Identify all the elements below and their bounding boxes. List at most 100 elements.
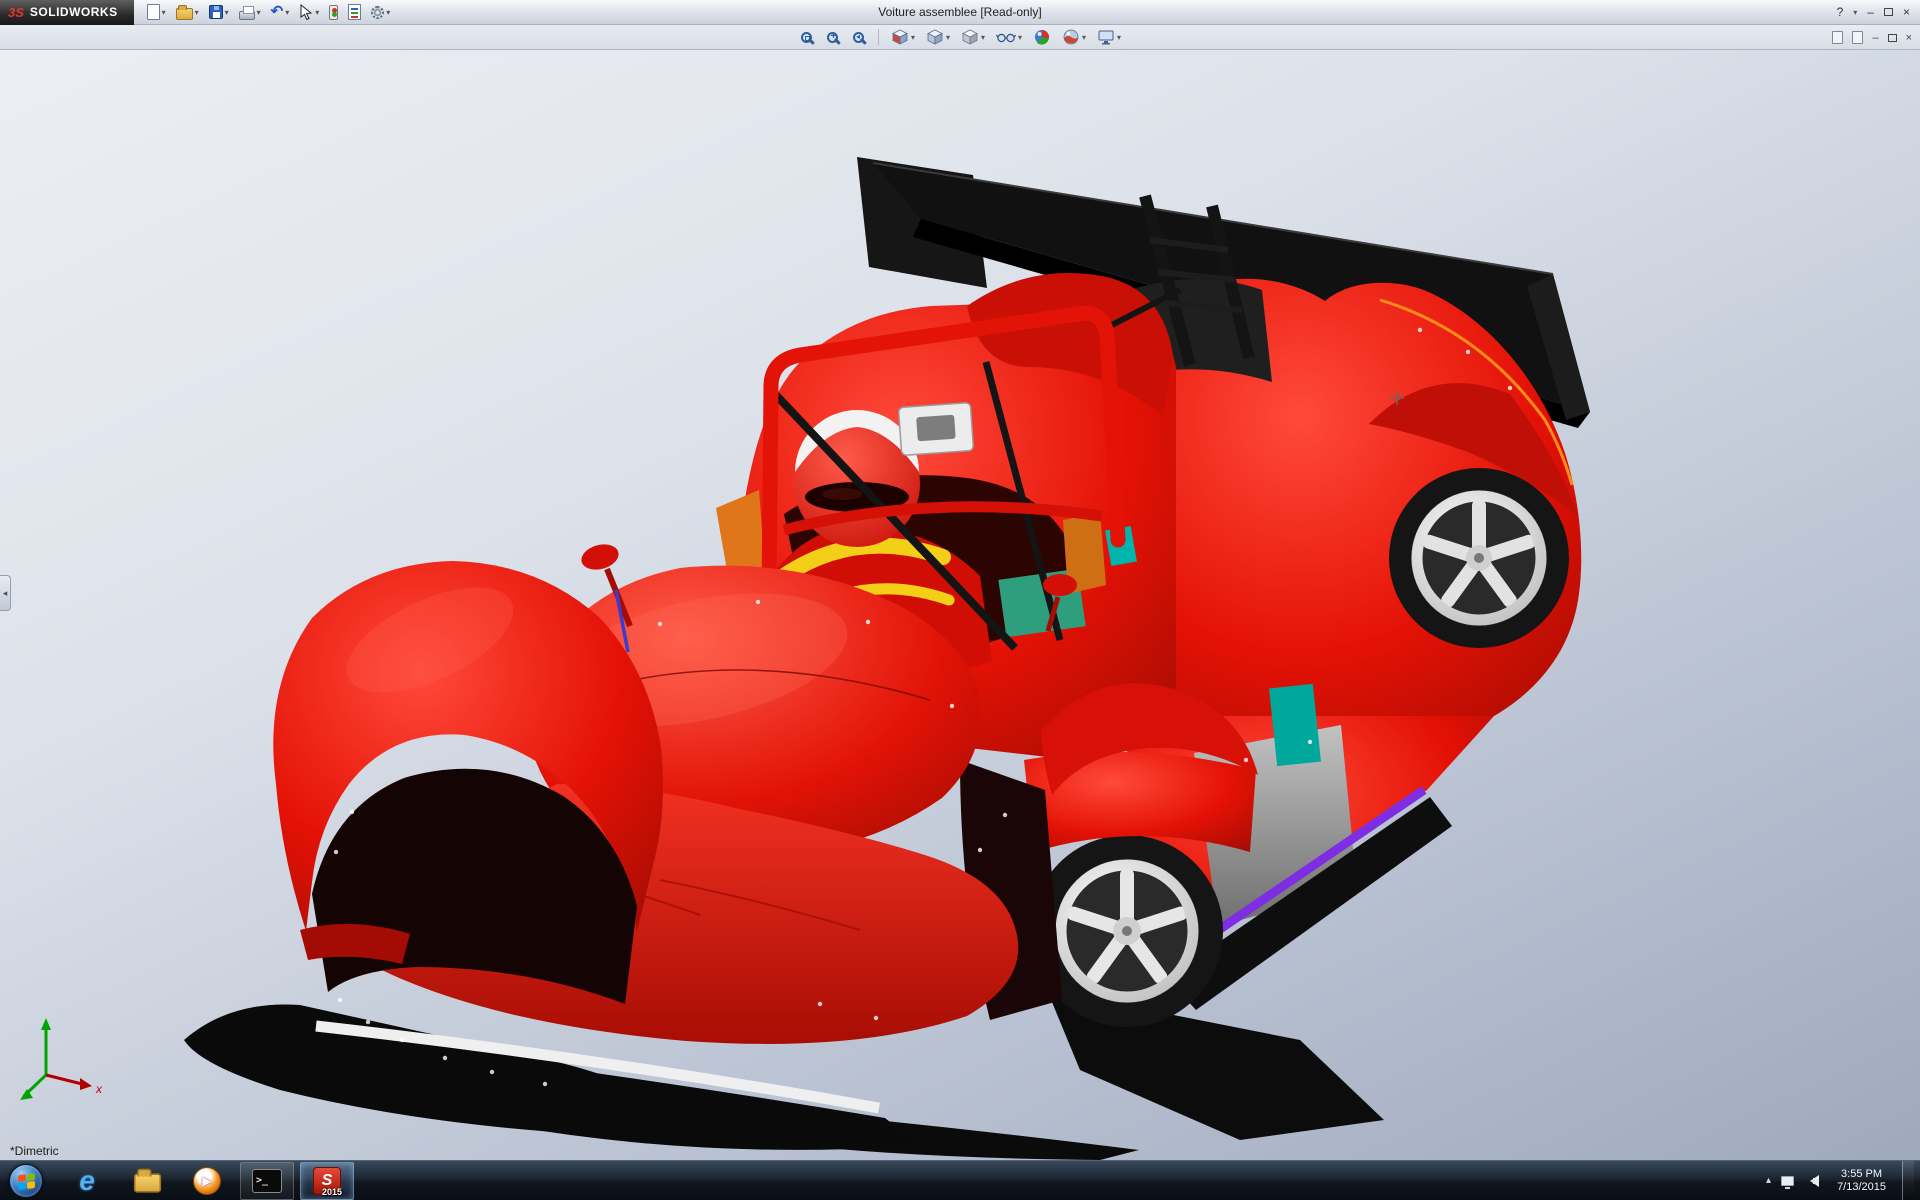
network-icon[interactable] bbox=[1781, 1176, 1794, 1186]
view-tools: ▾ ▾ ▾ bbox=[796, 27, 1124, 47]
system-tray: ▴ 3:55 PM 7/13/2015 bbox=[1760, 1161, 1920, 1200]
internet-explorer-icon: e bbox=[79, 1166, 95, 1196]
media-player-icon: ▶ bbox=[193, 1167, 221, 1195]
solidworks-app-icon: S 2015 bbox=[313, 1167, 341, 1195]
start-button[interactable] bbox=[0, 1164, 52, 1198]
apply-scene-button[interactable]: ▾ bbox=[1059, 27, 1089, 47]
zoom-to-area-button[interactable] bbox=[822, 29, 843, 46]
save-button[interactable]: ▾ bbox=[206, 4, 232, 20]
chevron-down-icon[interactable]: ▾ bbox=[1082, 33, 1086, 42]
monitor-icon bbox=[1097, 28, 1115, 46]
toolbar-separator bbox=[878, 29, 879, 45]
chevron-down-icon[interactable]: ▾ bbox=[162, 8, 166, 17]
new-document-icon bbox=[147, 4, 160, 20]
document-window-controls: – × bbox=[1832, 25, 1912, 50]
chevron-down-icon[interactable]: ▾ bbox=[946, 33, 950, 42]
help-button[interactable]: ? bbox=[1837, 5, 1844, 19]
display-style-cube-icon bbox=[961, 28, 979, 46]
restore-button[interactable] bbox=[1884, 8, 1893, 16]
doc-minimize-button[interactable]: – bbox=[1872, 32, 1878, 44]
play-icon: ▶ bbox=[202, 1174, 211, 1188]
cursor-arrow-icon bbox=[299, 4, 313, 20]
taskbar-item-media-player[interactable]: ▶ bbox=[180, 1162, 234, 1200]
glasses-icon bbox=[996, 28, 1016, 46]
clock-time: 3:55 PM bbox=[1837, 1168, 1886, 1181]
previous-view-button[interactable] bbox=[848, 29, 869, 46]
minimize-button[interactable]: – bbox=[1867, 5, 1874, 19]
rebuild-button[interactable] bbox=[326, 4, 341, 21]
chevron-down-icon[interactable]: ▾ bbox=[386, 8, 390, 17]
zoom-to-fit-button[interactable] bbox=[796, 29, 817, 46]
folder-icon bbox=[133, 1173, 160, 1192]
doc-restore-button[interactable] bbox=[1888, 34, 1897, 42]
orientation-triad: x bbox=[20, 1018, 103, 1100]
options-button[interactable]: ▾ bbox=[368, 5, 393, 20]
taskbar-item-internet-explorer[interactable]: e bbox=[60, 1162, 114, 1200]
chevron-down-icon[interactable]: ▾ bbox=[195, 8, 199, 17]
graphics-viewport[interactable]: x ◂ *Dimetric bbox=[0, 50, 1920, 1160]
scene-ball-icon bbox=[1062, 28, 1080, 46]
chevron-down-icon[interactable]: ▾ bbox=[981, 33, 985, 42]
dassault-3ds-logo-icon: 3S bbox=[8, 5, 24, 20]
chevron-down-icon[interactable]: ▾ bbox=[257, 8, 261, 17]
solidworks-logo: 3S SOLIDWORKS bbox=[0, 0, 134, 25]
panel-collapse-tab[interactable]: ◂ bbox=[0, 575, 11, 611]
chevron-down-icon[interactable]: ▾ bbox=[225, 8, 229, 17]
section-view-button[interactable]: ▾ bbox=[888, 27, 918, 47]
show-desktop-button[interactable] bbox=[1902, 1161, 1914, 1200]
front-left-fender[interactable] bbox=[273, 561, 663, 1004]
edit-appearance-button[interactable] bbox=[1030, 27, 1054, 47]
display-style-button[interactable]: ▾ bbox=[958, 27, 988, 47]
chevron-down-icon[interactable]: ▾ bbox=[911, 33, 915, 42]
view-settings-button[interactable]: ▾ bbox=[1094, 27, 1124, 47]
open-folder-icon bbox=[176, 8, 193, 20]
solidworks-logo-text: SOLIDWORKS bbox=[30, 5, 118, 19]
file-properties-button[interactable] bbox=[345, 3, 364, 21]
print-button[interactable]: ▾ bbox=[236, 4, 264, 21]
triad-x-label: x bbox=[95, 1082, 103, 1096]
rear-wheel[interactable] bbox=[1389, 468, 1569, 648]
taskbar-clock[interactable]: 3:55 PM 7/13/2015 bbox=[1831, 1168, 1892, 1194]
view-toolbar: ▾ ▾ ▾ bbox=[0, 25, 1920, 50]
volume-icon[interactable] bbox=[1804, 1175, 1819, 1187]
camera-box[interactable] bbox=[898, 403, 973, 456]
child-window-icon[interactable] bbox=[1832, 31, 1843, 44]
window-controls: ? ▾ – × bbox=[1827, 5, 1920, 19]
close-button[interactable]: × bbox=[1903, 5, 1910, 19]
undo-button[interactable]: ↶ ▾ bbox=[268, 3, 293, 21]
zoom-to-area-icon bbox=[827, 32, 838, 43]
taskbar-item-command-prompt[interactable]: >_ bbox=[240, 1162, 294, 1200]
chevron-down-icon[interactable]: ▾ bbox=[1117, 33, 1121, 42]
pinned-apps: e ▶ >_ S 2015 bbox=[60, 1162, 354, 1200]
rebuild-stoplight-icon bbox=[329, 5, 338, 20]
open-button[interactable]: ▾ bbox=[173, 3, 202, 21]
taskbar-item-windows-explorer[interactable] bbox=[120, 1162, 174, 1200]
standard-toolbar: ▾ ▾ ▾ ▾ ↶ ▾ ▾ bbox=[134, 3, 404, 21]
doc-close-button[interactable]: × bbox=[1906, 32, 1912, 44]
print-icon bbox=[239, 11, 255, 20]
chevron-down-icon[interactable]: ▾ bbox=[1018, 33, 1022, 42]
windows-taskbar: e ▶ >_ S 2015 ▴ bbox=[0, 1160, 1920, 1200]
undo-arrow-icon: ↶ bbox=[271, 4, 284, 20]
chevron-down-icon[interactable]: ▾ bbox=[285, 8, 289, 17]
show-hidden-icons-button[interactable]: ▴ bbox=[1766, 1175, 1771, 1186]
view-orientation-label: *Dimetric bbox=[10, 1144, 59, 1158]
solidworks-window: 3S SOLIDWORKS ▾ ▾ ▾ ▾ ↶ ▾ bbox=[0, 0, 1920, 1200]
chevron-down-icon[interactable]: ▾ bbox=[1853, 8, 1857, 17]
titlebar: 3S SOLIDWORKS ▾ ▾ ▾ ▾ ↶ ▾ bbox=[0, 0, 1920, 25]
chevron-down-icon[interactable]: ▾ bbox=[315, 8, 319, 17]
save-floppy-icon bbox=[209, 5, 223, 19]
appearance-ball-icon bbox=[1033, 28, 1051, 46]
file-properties-icon bbox=[348, 4, 361, 20]
hide-show-items-button[interactable]: ▾ bbox=[993, 27, 1025, 47]
view-orientation-button[interactable]: ▾ bbox=[923, 27, 953, 47]
solidworks-version-badge: 2015 bbox=[322, 1187, 342, 1197]
taskbar-item-solidworks[interactable]: S 2015 bbox=[300, 1162, 354, 1200]
command-prompt-icon: >_ bbox=[252, 1169, 282, 1193]
view-orientation-cube-icon bbox=[926, 28, 944, 46]
new-window-icon[interactable] bbox=[1852, 31, 1863, 44]
windows-start-orb-icon bbox=[9, 1164, 43, 1198]
race-car-assembly[interactable]: x bbox=[0, 50, 1920, 1160]
new-document-button[interactable]: ▾ bbox=[144, 3, 169, 21]
select-button[interactable]: ▾ bbox=[296, 3, 322, 21]
